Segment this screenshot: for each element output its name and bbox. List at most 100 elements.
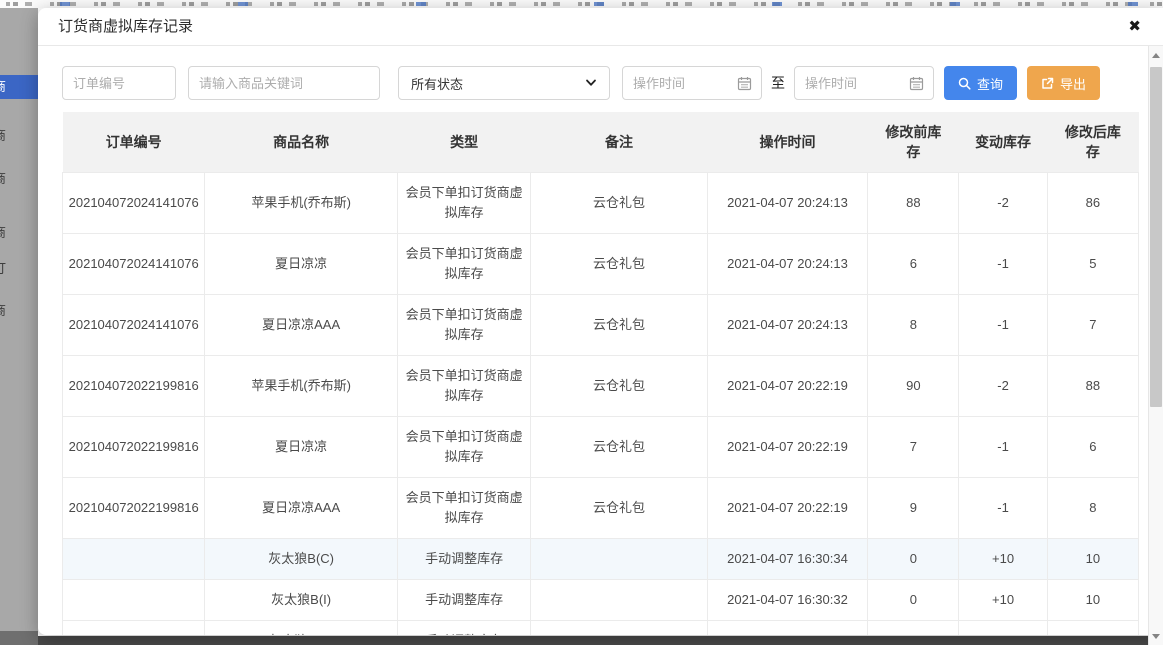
table-cell: -1 bbox=[959, 478, 1047, 539]
background-sidebar-item-selected: 商 bbox=[0, 75, 38, 99]
table-row: 灰太狼B(E)手动调整库存2021-04-07 16:30:310+1010 bbox=[63, 621, 1139, 636]
table-cell: 9 bbox=[868, 478, 959, 539]
vertical-scrollbar[interactable] bbox=[1148, 46, 1163, 645]
date-start-input[interactable] bbox=[622, 66, 762, 100]
table-cell: 0 bbox=[868, 621, 959, 636]
export-icon bbox=[1041, 77, 1054, 90]
table-cell: 5 bbox=[1047, 234, 1138, 295]
status-select[interactable]: 所有状态 bbox=[398, 66, 610, 100]
table-cell bbox=[531, 621, 707, 636]
table-cell: 云仓礼包 bbox=[531, 173, 707, 234]
table-cell: -1 bbox=[959, 417, 1047, 478]
table-cell: 2021-04-07 20:24:13 bbox=[707, 234, 867, 295]
table-cell: 2021-04-07 16:30:32 bbox=[707, 580, 867, 621]
table-cell bbox=[531, 580, 707, 621]
table-cell bbox=[531, 539, 707, 580]
table-cell: 灰太狼B(E) bbox=[205, 621, 398, 636]
background-sidebar-item: 商 bbox=[0, 222, 23, 241]
date-end-field[interactable] bbox=[795, 76, 909, 91]
inventory-table: 订单编号商品名称类型备注操作时间修改前库存变动库存修改后库存 202104072… bbox=[62, 112, 1139, 635]
table-cell: 云仓礼包 bbox=[531, 478, 707, 539]
table-cell: -1 bbox=[959, 234, 1047, 295]
table-cell: 云仓礼包 bbox=[531, 234, 707, 295]
filter-bar: 所有状态 至 bbox=[62, 66, 1139, 100]
modal-body: 所有状态 至 bbox=[38, 46, 1163, 635]
table-cell bbox=[63, 580, 205, 621]
table-cell: 2021-04-07 16:30:34 bbox=[707, 539, 867, 580]
table-cell: +10 bbox=[959, 539, 1047, 580]
scroll-up-icon[interactable] bbox=[1149, 48, 1163, 64]
calendar-icon bbox=[909, 76, 924, 91]
table-cell: 夏日凉凉AAA bbox=[205, 478, 398, 539]
background-sidebar-footer bbox=[0, 631, 38, 645]
background-clipped-links bbox=[60, 2, 1163, 6]
table-cell: 10 bbox=[1047, 539, 1138, 580]
table-cell: 会员下单扣订货商虚拟库存 bbox=[397, 173, 530, 234]
table-cell: 2021-04-07 20:22:19 bbox=[707, 478, 867, 539]
table-cell: 202104072022199816 bbox=[63, 417, 205, 478]
order-number-input[interactable] bbox=[62, 66, 176, 100]
table-cell: 会员下单扣订货商虚拟库存 bbox=[397, 417, 530, 478]
column-header: 备注 bbox=[531, 112, 707, 173]
query-button[interactable]: 查询 bbox=[944, 66, 1017, 100]
column-header: 订单编号 bbox=[63, 112, 205, 173]
background-top-strip bbox=[0, 0, 1163, 8]
date-end-input[interactable] bbox=[794, 66, 934, 100]
table-cell: 会员下单扣订货商虚拟库存 bbox=[397, 295, 530, 356]
table-cell: 2021-04-07 20:22:19 bbox=[707, 356, 867, 417]
table-cell: 夏日凉凉 bbox=[205, 234, 398, 295]
scroll-down-icon[interactable] bbox=[1149, 628, 1163, 644]
close-icon[interactable]: ✖ bbox=[1128, 8, 1141, 46]
date-start-field[interactable] bbox=[623, 76, 737, 91]
column-header: 修改后库存 bbox=[1047, 112, 1138, 173]
table-cell: 2021-04-07 20:24:13 bbox=[707, 295, 867, 356]
table-cell: 88 bbox=[1047, 356, 1138, 417]
chevron-down-icon bbox=[585, 79, 597, 87]
background-sidebar-item: 商 bbox=[0, 168, 23, 187]
table-cell: 88 bbox=[868, 173, 959, 234]
table-cell: 10 bbox=[1047, 580, 1138, 621]
table-cell: 2021-04-07 16:30:31 bbox=[707, 621, 867, 636]
keyword-input[interactable] bbox=[188, 66, 380, 100]
table-cell: 苹果手机(乔布斯) bbox=[205, 173, 398, 234]
modal-title: 订货商虚拟库存记录 bbox=[58, 18, 193, 35]
column-header: 商品名称 bbox=[205, 112, 398, 173]
table-cell: 0 bbox=[868, 580, 959, 621]
calendar-icon bbox=[737, 76, 752, 91]
table-cell: 会员下单扣订货商虚拟库存 bbox=[397, 478, 530, 539]
background-sidebar-item: 商 bbox=[0, 300, 23, 319]
table-cell: 手动调整库存 bbox=[397, 580, 530, 621]
column-header: 修改前库存 bbox=[868, 112, 959, 173]
table-cell: 6 bbox=[1047, 417, 1138, 478]
table-cell: 6 bbox=[868, 234, 959, 295]
table-cell: 90 bbox=[868, 356, 959, 417]
table-header-row: 订单编号商品名称类型备注操作时间修改前库存变动库存修改后库存 bbox=[63, 112, 1139, 173]
table-cell: 7 bbox=[1047, 295, 1138, 356]
table-cell: +10 bbox=[959, 621, 1047, 636]
table-row: 灰太狼B(C)手动调整库存2021-04-07 16:30:340+1010 bbox=[63, 539, 1139, 580]
background-sidebar: 商商商商订商 bbox=[0, 8, 38, 645]
export-button-label: 导出 bbox=[1060, 74, 1086, 93]
column-header: 操作时间 bbox=[707, 112, 867, 173]
background-sidebar-item: 订 bbox=[0, 258, 23, 277]
background-sidebar-item: 商 bbox=[0, 125, 23, 144]
table-cell: 云仓礼包 bbox=[531, 417, 707, 478]
table-cell: 灰太狼B(I) bbox=[205, 580, 398, 621]
table-cell: 86 bbox=[1047, 173, 1138, 234]
status-select-value: 所有状态 bbox=[411, 74, 463, 93]
export-button[interactable]: 导出 bbox=[1027, 66, 1100, 100]
scrollbar-thumb[interactable] bbox=[1150, 67, 1162, 407]
table-cell: +10 bbox=[959, 580, 1047, 621]
table-row: 202104072022199816夏日凉凉AAA会员下单扣订货商虚拟库存云仓礼… bbox=[63, 478, 1139, 539]
table-cell: 7 bbox=[868, 417, 959, 478]
table-cell: 会员下单扣订货商虚拟库存 bbox=[397, 234, 530, 295]
table-cell: 手动调整库存 bbox=[397, 621, 530, 636]
table-cell: 夏日凉凉AAA bbox=[205, 295, 398, 356]
search-icon bbox=[958, 77, 971, 90]
inventory-table-body: 202104072024141076苹果手机(乔布斯)会员下单扣订货商虚拟库存云… bbox=[63, 173, 1139, 636]
table-cell: 苹果手机(乔布斯) bbox=[205, 356, 398, 417]
table-cell: 云仓礼包 bbox=[531, 356, 707, 417]
query-button-label: 查询 bbox=[977, 74, 1003, 93]
table-cell: 8 bbox=[868, 295, 959, 356]
range-separator: 至 bbox=[771, 73, 785, 93]
